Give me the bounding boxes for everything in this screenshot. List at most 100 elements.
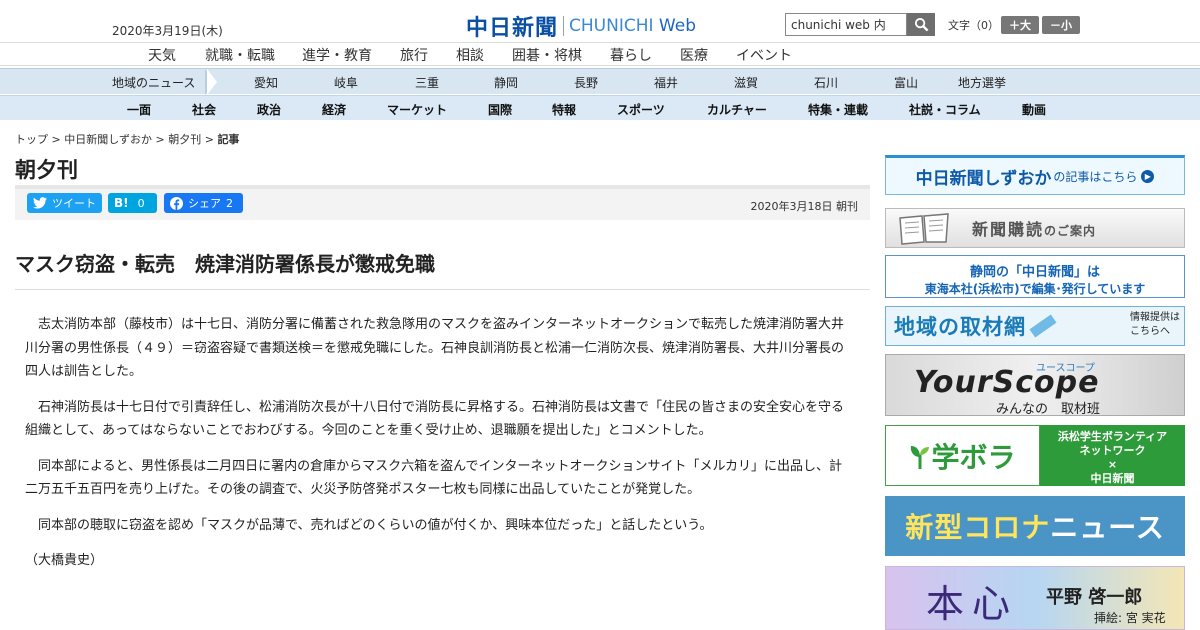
- article-paragraph: 同本部の聴取に窃盗を認め「マスクが品薄で、売ればどのくらいの値が付くか、興味本位…: [38, 517, 713, 533]
- banner-local-reporting[interactable]: 地域の取材網 情報提供は こちらへ: [885, 306, 1185, 346]
- nav-events[interactable]: イベント: [736, 45, 792, 65]
- category-nav: 一面 社会 政治 経済 マーケット 国際 特報 スポーツ カルチャー 特集・連載…: [0, 95, 1200, 120]
- region-mie[interactable]: 三重: [415, 74, 439, 91]
- cat-market[interactable]: マーケット: [387, 101, 447, 118]
- facebook-share-label: シェア: [188, 197, 221, 210]
- cat-editorials[interactable]: 社説・コラム: [909, 101, 981, 118]
- tweet-button[interactable]: ツイート: [27, 193, 102, 213]
- header-date: 2020年3月19日(木): [112, 24, 223, 38]
- hatena-bookmark-button[interactable]: B! 0: [108, 193, 157, 213]
- region-nagano[interactable]: 長野: [574, 74, 598, 91]
- font-smaller-button[interactable]: －小: [1042, 16, 1080, 34]
- hatena-icon: B!: [114, 196, 129, 210]
- cat-special-report[interactable]: 特報: [552, 101, 576, 118]
- tweet-label: ツイート: [52, 197, 96, 210]
- banner-shizuoka-title: 中日新聞しずおか: [915, 168, 1052, 189]
- publish-date: 2020年3月18日 朝刊: [750, 200, 859, 213]
- banner-honshin-author: 平野 啓一郎: [1046, 587, 1143, 608]
- banner-gakubora-logo: 学ボラ: [885, 425, 1040, 486]
- site-header: 2020年3月19日(木) 中日新聞 CHUNICHI Web 文字（0） ＋大…: [0, 0, 1200, 42]
- breadcrumb-site[interactable]: 中日新聞しずおか: [64, 133, 152, 146]
- banner-tokai-office[interactable]: 静岡の「中日新聞」は 東海本社(浜松市)で編集･発行しています: [885, 255, 1185, 298]
- search-button[interactable]: [907, 13, 935, 36]
- banner-yourscope[interactable]: ユースコープ YourScope みんなの 取材班: [885, 354, 1185, 416]
- breadcrumb-top[interactable]: トップ: [15, 133, 48, 146]
- banner-corona-title: 新型コロナニュース: [905, 511, 1165, 544]
- article-paragraph: 志太消防本部（藤枝市）は十七日、消防分署に備蓄された救急隊用のマスクを盗みインタ…: [25, 317, 845, 379]
- banner-honshin-illustrator: 挿絵: 宮 実花: [1094, 611, 1166, 625]
- banner-reporting-side: 情報提供は こちらへ: [1130, 312, 1180, 337]
- cat-international[interactable]: 国際: [488, 101, 512, 118]
- open-book-icon: [899, 213, 949, 245]
- banner-chunichi-shizuoka[interactable]: 中日新聞しずおか の記事はこちら ▶: [885, 155, 1185, 195]
- banner-tokai-line2: 東海本社(浜松市)で編集･発行しています: [924, 282, 1146, 296]
- region-shizuoka[interactable]: 静岡: [494, 74, 518, 91]
- nav-jobs[interactable]: 就職・転職: [205, 45, 275, 65]
- region-nav-label: 地域のニュース: [112, 76, 196, 90]
- cat-society[interactable]: 社会: [192, 101, 216, 118]
- page-title: 朝夕刊: [15, 158, 78, 182]
- breadcrumb-sep: >: [48, 133, 65, 146]
- pencil-icon: [1029, 314, 1057, 338]
- banner-gakubora-desc: 浜松学生ボランティア ネットワーク × 中日新聞: [1040, 425, 1185, 486]
- region-fukui[interactable]: 福井: [654, 74, 678, 91]
- banner-subscription-text: 新聞購読のご案内: [972, 220, 1097, 239]
- banner-corona-news[interactable]: 新型コロナニュース: [885, 496, 1185, 556]
- share-bar: ツイート B! 0 シェア 2 2020年3月18日 朝刊: [15, 189, 870, 220]
- cat-sports[interactable]: スポーツ: [617, 101, 665, 118]
- banner-reporting-title: 地域の取材網: [894, 315, 1026, 339]
- nav-advice[interactable]: 相談: [456, 45, 484, 65]
- cat-features[interactable]: 特集・連載: [808, 101, 868, 118]
- breadcrumb-sep: >: [201, 133, 218, 146]
- banner-gakubora-title: 学ボラ: [931, 440, 1016, 474]
- banner-yourscope-sub: みんなの 取材班: [996, 402, 1101, 416]
- search-icon: [914, 17, 928, 32]
- region-shiga[interactable]: 滋賀: [734, 74, 758, 91]
- hatena-count: 0: [137, 196, 145, 210]
- article-paragraph: 同本部によると、男性係長は二月四日に署内の倉庫からマスク六箱を盗んでインターネッ…: [25, 458, 843, 498]
- facebook-share-button[interactable]: シェア 2: [164, 193, 243, 213]
- article-paragraph: 石神消防長は十七日付で引責辞任し、松浦消防次長が十八日付で消防長に昇格する。石神…: [25, 399, 845, 439]
- facebook-share-count: 2: [226, 196, 233, 210]
- banner-tokai-line1: 静岡の「中日新聞」は: [969, 265, 1100, 280]
- nav-weather[interactable]: 天気: [148, 45, 176, 65]
- nav-medical[interactable]: 医療: [680, 45, 708, 65]
- primary-nav: 天気 就職・転職 進学・教育 旅行 相談 囲碁・将棋 暮らし 医療 イベント: [0, 42, 1200, 66]
- banner-honshin-novel[interactable]: 本心 平野 啓一郎 挿絵: 宮 実花: [885, 566, 1185, 630]
- article-body: 志太消防本部（藤枝市）は十七日、消防分署に備蓄された救急隊用のマスクを盗みインタ…: [25, 313, 855, 585]
- nav-education[interactable]: 進学・教育: [302, 45, 372, 65]
- banner-gakubora[interactable]: 学ボラ 浜松学生ボランティア ネットワーク × 中日新聞: [885, 425, 1185, 486]
- region-aichi[interactable]: 愛知: [254, 74, 278, 91]
- breadcrumb: トップ > 中日新聞しずおか > 朝夕刊 > 記事: [15, 131, 239, 147]
- region-gifu[interactable]: 岐阜: [334, 74, 358, 91]
- nav-igo-shogi[interactable]: 囲碁・将棋: [512, 45, 582, 65]
- banner-shizuoka-sub: の記事はこちら: [1053, 169, 1138, 184]
- headline-divider: [15, 289, 870, 290]
- region-elections[interactable]: 地方選挙: [958, 74, 1006, 91]
- banner-honshin-title: 本心: [926, 582, 1019, 626]
- facebook-icon: [170, 196, 183, 210]
- region-toyama[interactable]: 富山: [894, 74, 918, 91]
- region-nav: 地域のニュース 愛知 岐阜 三重 静岡 長野 福井 滋賀 石川 富山 地方選挙: [0, 68, 1200, 95]
- search-input[interactable]: [785, 13, 907, 36]
- logo-divider: [563, 16, 565, 36]
- cat-culture[interactable]: カルチャー: [707, 101, 767, 118]
- breadcrumb-section[interactable]: 朝夕刊: [168, 133, 201, 146]
- article-headline: マスク窃盗・転売 焼津消防署係長が懲戒免職: [15, 252, 435, 276]
- nav-travel[interactable]: 旅行: [400, 45, 428, 65]
- breadcrumb-current: 記事: [217, 133, 240, 146]
- banner-subscription[interactable]: 新聞購読のご案内: [885, 208, 1185, 248]
- region-ishikawa[interactable]: 石川: [814, 74, 838, 91]
- font-larger-button[interactable]: ＋大: [1001, 16, 1039, 34]
- cat-economy[interactable]: 経済: [322, 101, 346, 118]
- banner-yourscope-title: YourScope: [914, 365, 1100, 400]
- logo-english: CHUNICHI Web: [569, 16, 696, 36]
- cat-politics[interactable]: 政治: [257, 101, 281, 118]
- nav-living[interactable]: 暮らし: [610, 45, 652, 65]
- sprout-icon: [911, 445, 930, 469]
- site-logo[interactable]: 中日新聞 CHUNICHI Web: [466, 10, 696, 42]
- cat-front-page[interactable]: 一面: [127, 101, 151, 118]
- logo-japanese: 中日新聞: [466, 15, 559, 41]
- cat-video[interactable]: 動画: [1022, 101, 1046, 118]
- site-search: [785, 13, 935, 36]
